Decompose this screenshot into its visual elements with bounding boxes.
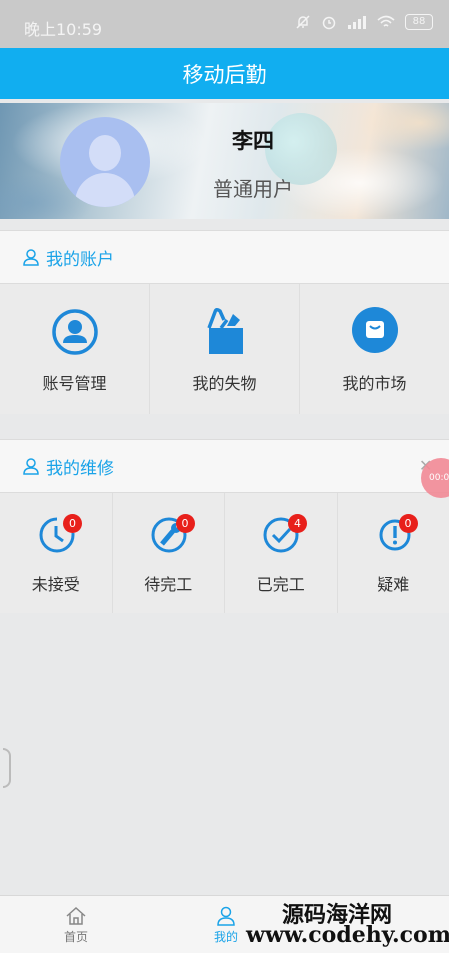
- person-outline-icon: [22, 457, 40, 475]
- person-outline-icon: [22, 248, 40, 266]
- tab-mine-label: 我的: [214, 928, 238, 945]
- battery-level: 88: [413, 16, 426, 27]
- account-section-title: 我的账户: [46, 245, 114, 270]
- user-name: 李四: [203, 125, 303, 155]
- edge-swipe-handle[interactable]: [3, 748, 11, 788]
- alarm-icon: [321, 14, 337, 30]
- floating-timer: 00:0: [429, 473, 449, 483]
- watermark-url: www.codehy.com: [246, 922, 449, 948]
- difficult-label: 疑难: [377, 571, 409, 595]
- repair-completed-item[interactable]: 4 已完工: [225, 493, 338, 613]
- tab-home-label: 首页: [64, 928, 88, 945]
- account-section-header: 我的账户: [0, 230, 449, 284]
- account-management-item[interactable]: 账号管理: [0, 284, 150, 414]
- account-management-label: 账号管理: [42, 370, 106, 394]
- signal-icon: [347, 15, 367, 29]
- account-grid: 账号管理 我的失物 我的市场: [0, 284, 449, 414]
- my-lost-items-label: 我的失物: [192, 370, 256, 394]
- status-bar: 晚上10:59 88: [0, 0, 449, 48]
- repair-not-accepted-item[interactable]: 0 未接受: [0, 493, 113, 613]
- profile-banner: 李四 普通用户: [0, 103, 449, 219]
- completed-count-badge: 4: [288, 514, 307, 533]
- my-market-item[interactable]: 我的市场: [300, 284, 449, 414]
- person-icon: [216, 906, 236, 926]
- battery-icon: 88: [405, 14, 433, 30]
- shopping-bag-icon: [351, 306, 399, 354]
- app-title-bar: 移动后勤: [0, 48, 449, 99]
- status-time: 晚上10:59: [24, 16, 102, 40]
- user-role: 普通用户: [193, 173, 313, 202]
- user-circle-icon: [51, 308, 99, 356]
- repair-pending-item[interactable]: 0 待完工: [113, 493, 226, 613]
- repair-grid: 0 未接受 0 待完工 4 已完工 0 疑难: [0, 493, 449, 613]
- avatar-body: [75, 173, 135, 207]
- my-market-label: 我的市场: [342, 370, 406, 394]
- difficult-count-badge: 0: [399, 514, 418, 533]
- avatar[interactable]: [60, 117, 150, 207]
- pending-count-badge: 0: [176, 514, 195, 533]
- pending-label: 待完工: [144, 571, 192, 595]
- repair-section-title: 我的维修: [46, 454, 114, 479]
- wifi-icon: [377, 15, 395, 29]
- status-icons: 88: [295, 14, 433, 30]
- tab-home[interactable]: 首页: [31, 896, 121, 953]
- repair-section-header: 我的维修: [0, 439, 449, 493]
- my-lost-items-item[interactable]: 我的失物: [150, 284, 300, 414]
- page-title: 移动后勤: [183, 59, 267, 89]
- lost-box-icon: [201, 306, 249, 356]
- avatar-head: [89, 135, 121, 171]
- completed-label: 已完工: [257, 571, 305, 595]
- mute-bell-icon: [295, 14, 311, 30]
- not-accepted-label: 未接受: [32, 571, 80, 595]
- home-icon: [65, 906, 87, 926]
- repair-difficult-item[interactable]: 0 疑难: [338, 493, 449, 613]
- not-accepted-count-badge: 0: [63, 514, 82, 533]
